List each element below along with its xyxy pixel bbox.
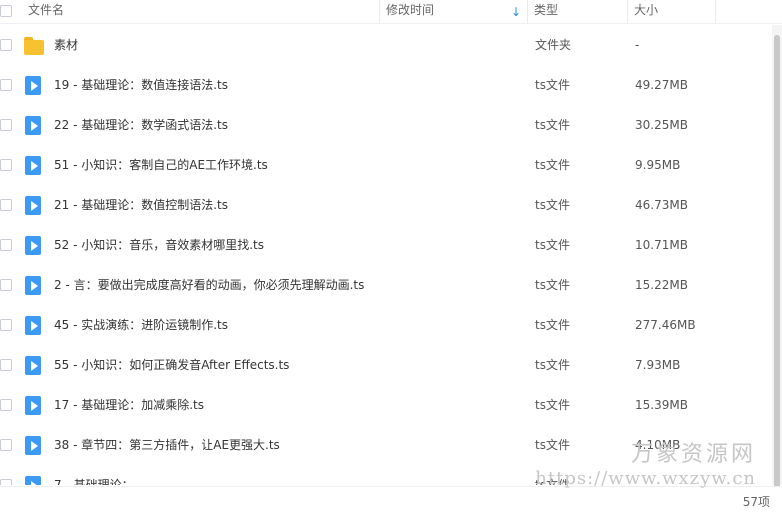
scrollbar-thumb[interactable] [774, 35, 780, 490]
row-checkbox[interactable] [0, 199, 12, 211]
file-name[interactable]: 51 - 小知识：客制自己的AE工作环境.ts [54, 145, 268, 185]
video-file-icon [24, 276, 44, 295]
file-row[interactable]: 21 - 基础理论：数值控制语法.ts ts文件 46.73MB [0, 185, 770, 225]
row-checkbox[interactable] [0, 319, 12, 331]
file-type: 文件夹 [535, 38, 572, 52]
file-size: 4.10MB [635, 438, 681, 452]
file-name[interactable]: 21 - 基础理论：数值控制语法.ts [54, 185, 228, 225]
file-size: 9.95MB [635, 158, 681, 172]
row-checkbox[interactable] [0, 119, 12, 131]
column-header-modified[interactable]: 修改时间 ↓ [380, 0, 528, 24]
video-file-icon [24, 356, 44, 375]
file-type: ts文件 [535, 478, 570, 485]
item-count: 57项 [742, 495, 770, 509]
file-type: ts文件 [535, 398, 570, 412]
file-row[interactable]: 38 - 章节四：第三方插件，让AE更强大.ts ts文件 4.10MB [0, 425, 770, 465]
row-checkbox[interactable] [0, 439, 12, 451]
file-type: ts文件 [535, 158, 570, 172]
row-checkbox[interactable] [0, 359, 12, 371]
row-checkbox[interactable] [0, 279, 12, 291]
file-type: ts文件 [535, 278, 570, 292]
video-file-icon [24, 476, 44, 485]
file-size: 15.39MB [635, 398, 688, 412]
file-row[interactable]: 55 - 小知识：如何正确发音After Effects.ts ts文件 7.93M… [0, 345, 770, 385]
video-file-icon [24, 396, 44, 415]
file-size: 15.22MB [635, 278, 688, 292]
file-row[interactable]: 45 - 实战演练：进阶运镜制作.ts ts文件 277.46MB [0, 305, 770, 345]
row-checkbox[interactable] [0, 39, 12, 51]
file-name[interactable]: 22 - 基础理论：数学函式语法.ts [54, 105, 228, 145]
file-name[interactable]: 38 - 章节四：第三方插件，让AE更强大.ts [54, 425, 280, 465]
file-name[interactable]: 19 - 基础理论：数值连接语法.ts [54, 65, 228, 105]
file-row[interactable]: 22 - 基础理论：数学函式语法.ts ts文件 30.25MB [0, 105, 770, 145]
video-file-icon [24, 116, 44, 135]
file-name[interactable]: 素材 [54, 25, 78, 65]
file-type: ts文件 [535, 238, 570, 252]
file-row[interactable]: 2 - 言：要做出完成度高好看的动画，你必须先理解动画.ts ts文件 15.22M… [0, 265, 770, 305]
video-file-icon [24, 76, 44, 95]
video-file-icon [24, 236, 44, 255]
file-size: - [635, 38, 640, 52]
file-type: ts文件 [535, 78, 570, 92]
file-row[interactable]: 52 - 小知识：音乐，音效素材哪里找.ts ts文件 10.71MB [0, 225, 770, 265]
select-all-checkbox[interactable] [0, 5, 12, 17]
status-bar: 57项 [0, 486, 782, 513]
row-checkbox[interactable] [0, 159, 12, 171]
file-size: 277.46MB [635, 318, 696, 332]
row-checkbox[interactable] [0, 79, 12, 91]
file-type: ts文件 [535, 318, 570, 332]
file-name[interactable]: 17 - 基础理论：加减乘除.ts [54, 385, 204, 425]
file-list: 素材 文件夹 - 19 - 基础理论：数值连接语法.ts ts文件 49.27MB 22 -… [0, 25, 770, 485]
column-header-size[interactable]: 大小 [628, 0, 716, 24]
row-checkbox[interactable] [0, 479, 12, 485]
file-size: 46.73MB [635, 198, 688, 212]
file-row[interactable]: 19 - 基础理论：数值连接语法.ts ts文件 49.27MB [0, 65, 770, 105]
file-name[interactable]: 52 - 小知识：音乐，音效素材哪里找.ts [54, 225, 264, 265]
file-type: ts文件 [535, 358, 570, 372]
video-file-icon [24, 316, 44, 335]
video-file-icon [24, 436, 44, 455]
file-size: 30.25MB [635, 118, 688, 132]
file-row[interactable]: 51 - 小知识：客制自己的AE工作环境.ts ts文件 9.95MB [0, 145, 770, 185]
file-name[interactable]: 2 - 言：要做出完成度高好看的动画，你必须先理解动画.ts [54, 265, 364, 305]
file-size: 7.93MB [635, 358, 681, 372]
file-name[interactable]: 55 - 小知识：如何正确发音After Effects.ts [54, 345, 289, 385]
file-list-header: 文件名 修改时间 ↓ 类型 大小 [0, 0, 782, 24]
sort-descending-icon[interactable]: ↓ [511, 2, 521, 22]
file-type: ts文件 [535, 438, 570, 452]
file-row[interactable]: 7 - 基础理论： ts文件 [0, 465, 770, 485]
file-row[interactable]: 17 - 基础理论：加减乘除.ts ts文件 15.39MB [0, 385, 770, 425]
file-type: ts文件 [535, 118, 570, 132]
file-name[interactable]: 45 - 实战演练：进阶运镜制作.ts [54, 305, 228, 345]
video-file-icon [24, 196, 44, 215]
file-size: 10.71MB [635, 238, 688, 252]
column-header-modified-label: 修改时间 [386, 3, 435, 17]
row-checkbox[interactable] [0, 399, 12, 411]
folder-icon [24, 37, 44, 55]
vertical-scrollbar[interactable] [772, 25, 782, 490]
row-checkbox[interactable] [0, 239, 12, 251]
file-size: 49.27MB [635, 78, 688, 92]
file-type: ts文件 [535, 198, 570, 212]
column-header-type[interactable]: 类型 [528, 0, 628, 24]
video-file-icon [24, 156, 44, 175]
file-name[interactable]: 7 - 基础理论： [54, 465, 134, 485]
file-row[interactable]: 素材 文件夹 - [0, 25, 770, 65]
column-header-name[interactable]: 文件名 [22, 0, 380, 24]
